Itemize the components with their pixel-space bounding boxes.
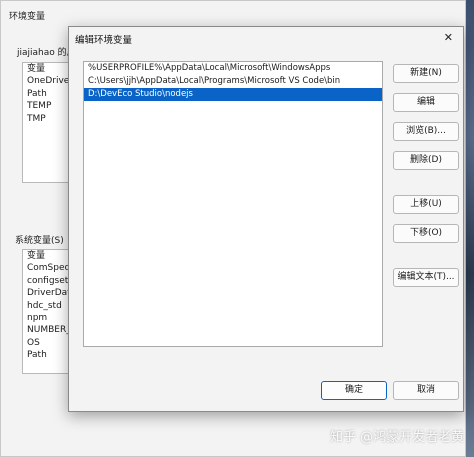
window-title: 环境变量 bbox=[9, 12, 46, 22]
path-entry-selected[interactable]: D:\DevEco Studio\nodejs bbox=[84, 88, 382, 101]
move-up-button[interactable]: 上移(U) bbox=[393, 195, 459, 214]
move-down-button[interactable]: 下移(O) bbox=[393, 224, 459, 243]
delete-button[interactable]: 删除(D) bbox=[393, 151, 459, 170]
edit-text-button[interactable]: 编辑文本(T)... bbox=[393, 268, 459, 287]
user-variables-label: jiajiahao 的用 bbox=[17, 48, 76, 58]
ok-button[interactable]: 确定 bbox=[321, 381, 387, 400]
path-entry[interactable]: C:\Users\jjh\AppData\Local\Programs\Micr… bbox=[84, 75, 382, 88]
system-variables-label: 系统变量(S) bbox=[15, 236, 64, 246]
new-button[interactable]: 新建(N) bbox=[393, 64, 459, 83]
edit-environment-variable-dialog: 编辑环境变量 ✕ %USERPROFILE%\AppData\Local\Mic… bbox=[68, 26, 464, 412]
cancel-button[interactable]: 取消 bbox=[393, 381, 459, 400]
browse-button[interactable]: 浏览(B)... bbox=[393, 122, 459, 141]
close-icon[interactable]: ✕ bbox=[444, 31, 453, 44]
path-entries-list[interactable]: %USERPROFILE%\AppData\Local\Microsoft\Wi… bbox=[83, 61, 383, 347]
edit-button[interactable]: 编辑 bbox=[393, 93, 459, 112]
path-entry[interactable]: %USERPROFILE%\AppData\Local\Microsoft\Wi… bbox=[84, 62, 382, 75]
desktop-background bbox=[466, 0, 474, 457]
dialog-title: 编辑环境变量 bbox=[75, 35, 133, 46]
watermark: 知乎 @鸿蒙开发者老黄 bbox=[330, 430, 465, 445]
